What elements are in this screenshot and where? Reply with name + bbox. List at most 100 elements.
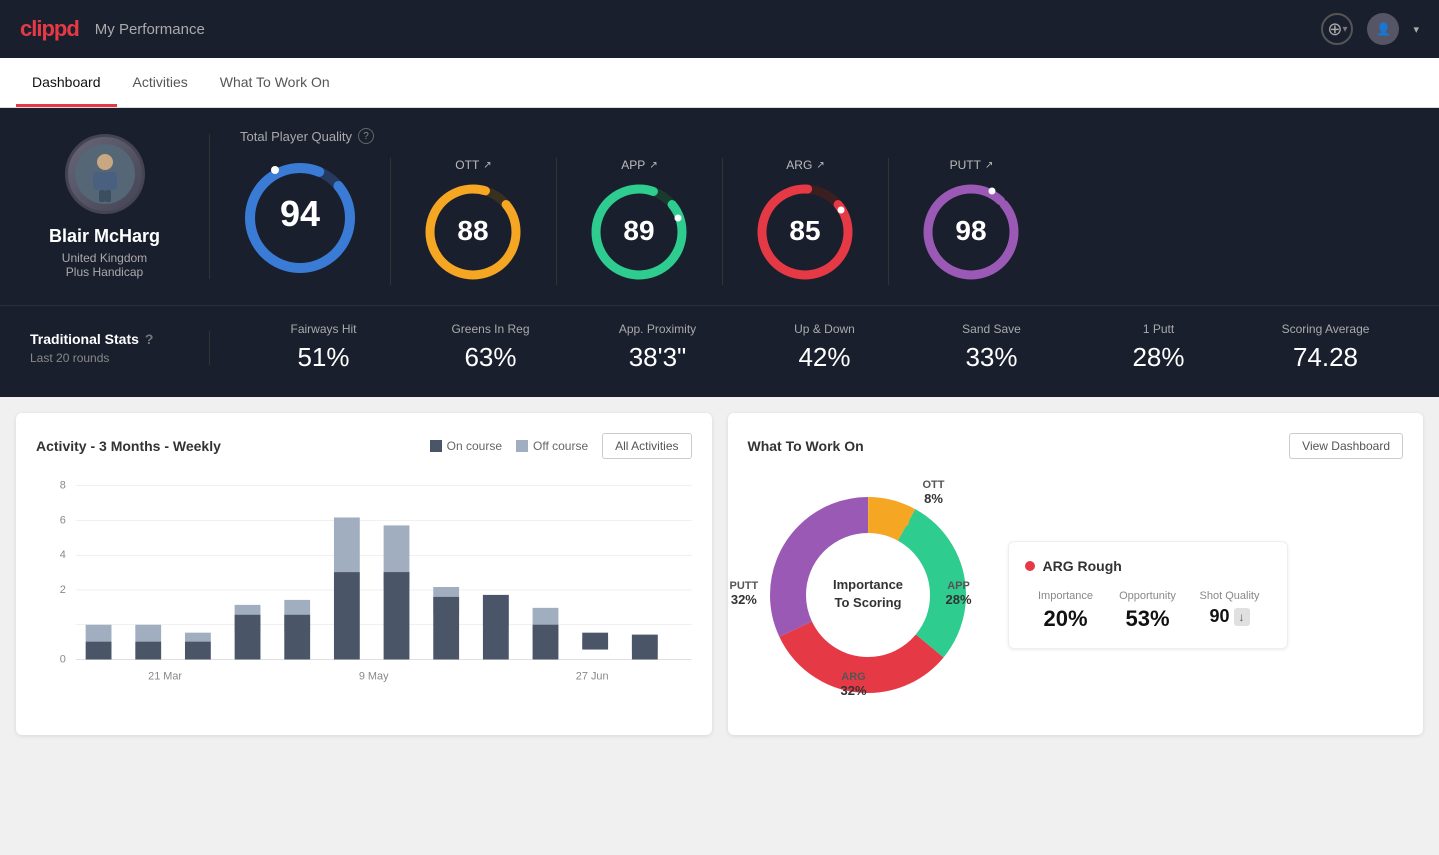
player-handicap: Plus Handicap: [66, 265, 143, 279]
svg-text:88: 88: [457, 215, 488, 246]
donut-chart-area: Importance To Scoring OTT 8%: [748, 475, 988, 715]
svg-text:To Scoring: To Scoring: [834, 595, 901, 610]
stat-1putt: 1 Putt 28%: [1075, 322, 1242, 373]
profile-chevron: ▾: [1413, 23, 1419, 36]
gauge-app: APP ↗ 89: [557, 158, 723, 285]
info-card-title: ARG Rough: [1025, 558, 1271, 574]
player-country: United Kingdom: [62, 251, 147, 265]
gauge-arg: ARG ↗ 85: [723, 158, 889, 285]
info-metric-opportunity: Opportunity 53%: [1107, 590, 1189, 632]
chart-header: Activity - 3 Months - Weekly On course O…: [36, 433, 692, 459]
stat-fairways-value: 51%: [297, 342, 349, 373]
stat-scoring-label: Scoring Average: [1282, 322, 1370, 336]
legend-on-course: On course: [430, 439, 502, 453]
stat-fairways-label: Fairways Hit: [290, 322, 356, 336]
ott-gauge-svg: 88: [421, 180, 526, 285]
player-name: Blair McHarg: [49, 226, 160, 247]
importance-label: Importance: [1025, 590, 1107, 602]
what-to-work-on-card: What To Work On View Dashboard: [728, 413, 1424, 735]
quality-section: Total Player Quality ? 94 OTT ↗: [210, 128, 1409, 285]
svg-text:9 May: 9 May: [359, 670, 389, 682]
player-info: Blair McHarg United Kingdom Plus Handica…: [30, 134, 210, 279]
on-course-icon: [430, 440, 442, 452]
info-card: ARG Rough Importance 20% Opportunity 53%…: [1008, 541, 1288, 649]
opportunity-label: Opportunity: [1107, 590, 1189, 602]
putt-label: PUTT ↗: [950, 158, 994, 172]
svg-text:0: 0: [60, 653, 66, 665]
tab-dashboard[interactable]: Dashboard: [16, 60, 117, 107]
header-left: clippd My Performance: [20, 16, 205, 42]
stats-subtitle: Last 20 rounds: [30, 351, 179, 365]
svg-text:2: 2: [60, 584, 66, 596]
bar-chart-svg: 8 6 4 2 0: [36, 475, 692, 695]
stat-proximity: App. Proximity 38'3": [574, 322, 741, 373]
gauge-overall: 94: [240, 158, 391, 285]
help-icon[interactable]: ?: [358, 128, 374, 144]
tab-activities[interactable]: Activities: [117, 60, 204, 107]
avatar-image: [75, 144, 135, 204]
tabs-nav: Dashboard Activities What To Work On: [0, 58, 1439, 108]
stat-up-down: Up & Down 42%: [741, 322, 908, 373]
gauge-putt: PUTT ↗ 98: [889, 158, 1054, 285]
wtwoon-header: What To Work On View Dashboard: [748, 433, 1404, 459]
gauges-row: 94 OTT ↗ 88 APP ↗: [240, 158, 1409, 285]
info-metric-importance: Importance 20%: [1025, 590, 1107, 632]
arg-label: ARG ↗: [786, 158, 824, 172]
stats-values: Fairways Hit 51% Greens In Reg 63% App. …: [210, 322, 1409, 373]
svg-text:21 Mar: 21 Mar: [148, 670, 182, 682]
stat-sandsave-label: Sand Save: [962, 322, 1021, 336]
stats-label-area: Traditional Stats ? Last 20 rounds: [30, 331, 210, 365]
profile-avatar[interactable]: 👤: [1367, 13, 1399, 45]
overall-gauge-svg: 94: [240, 158, 360, 278]
stat-sandsave-value: 33%: [965, 342, 1017, 373]
stats-title: Traditional Stats ?: [30, 331, 179, 347]
add-chevron: ▾: [1343, 24, 1348, 35]
wtwoon-content: Importance To Scoring OTT 8%: [748, 475, 1404, 715]
stat-updown-label: Up & Down: [794, 322, 855, 336]
chart-area: 8 6 4 2 0: [36, 475, 692, 695]
svg-text:85: 85: [789, 215, 820, 246]
chart-legend: On course Off course: [430, 439, 589, 453]
stat-updown-value: 42%: [798, 342, 850, 373]
svg-text:98: 98: [955, 215, 986, 246]
hero-section: Blair McHarg United Kingdom Plus Handica…: [0, 108, 1439, 305]
all-activities-button[interactable]: All Activities: [602, 433, 691, 459]
app-gauge-svg: 89: [587, 180, 692, 285]
stat-greens: Greens In Reg 63%: [407, 322, 574, 373]
stat-proximity-value: 38'3": [629, 342, 687, 373]
score-badge: ↓: [1234, 608, 1250, 626]
red-dot-icon: [1025, 561, 1035, 571]
gauge-ott: OTT ↗ 88: [391, 158, 557, 285]
info-metrics: Importance 20% Opportunity 53% Shot Qual…: [1025, 590, 1271, 632]
svg-text:27 Jun: 27 Jun: [576, 670, 609, 682]
svg-text:89: 89: [623, 215, 654, 246]
tab-what-to-work-on[interactable]: What To Work On: [204, 60, 346, 107]
info-metric-shotquality: Shot Quality 90 ↓: [1189, 590, 1271, 632]
activity-chart-card: Activity - 3 Months - Weekly On course O…: [16, 413, 712, 735]
stat-scoring-avg: Scoring Average 74.28: [1242, 322, 1409, 373]
stat-1putt-value: 28%: [1132, 342, 1184, 373]
header-right: ⊕ ▾ 👤 ▾: [1321, 13, 1419, 45]
stat-scoring-value: 74.28: [1293, 342, 1358, 373]
add-button[interactable]: ⊕ ▾: [1321, 13, 1353, 45]
svg-text:6: 6: [60, 514, 66, 526]
header: clippd My Performance ⊕ ▾ 👤 ▾: [0, 0, 1439, 58]
arg-segment-label: ARG 32%: [841, 671, 867, 698]
view-dashboard-button[interactable]: View Dashboard: [1289, 433, 1403, 459]
ott-label: OTT ↗: [455, 158, 491, 172]
importance-value: 20%: [1025, 606, 1107, 632]
plus-icon: ⊕: [1327, 19, 1342, 40]
svg-text:4: 4: [60, 549, 66, 561]
app-arrow: ↗: [649, 160, 657, 171]
svg-text:8: 8: [60, 480, 66, 492]
stat-fairways-hit: Fairways Hit 51%: [240, 322, 407, 373]
stat-proximity-label: App. Proximity: [619, 322, 696, 336]
page-title: My Performance: [95, 21, 205, 38]
stats-help-icon[interactable]: ?: [145, 331, 154, 347]
chart-title: Activity - 3 Months - Weekly: [36, 438, 221, 454]
bottom-section: Activity - 3 Months - Weekly On course O…: [0, 397, 1439, 751]
stat-greens-label: Greens In Reg: [451, 322, 529, 336]
arg-arrow: ↗: [816, 160, 824, 171]
logo[interactable]: clippd: [20, 16, 79, 42]
shotquality-value: 90 ↓: [1189, 606, 1271, 627]
